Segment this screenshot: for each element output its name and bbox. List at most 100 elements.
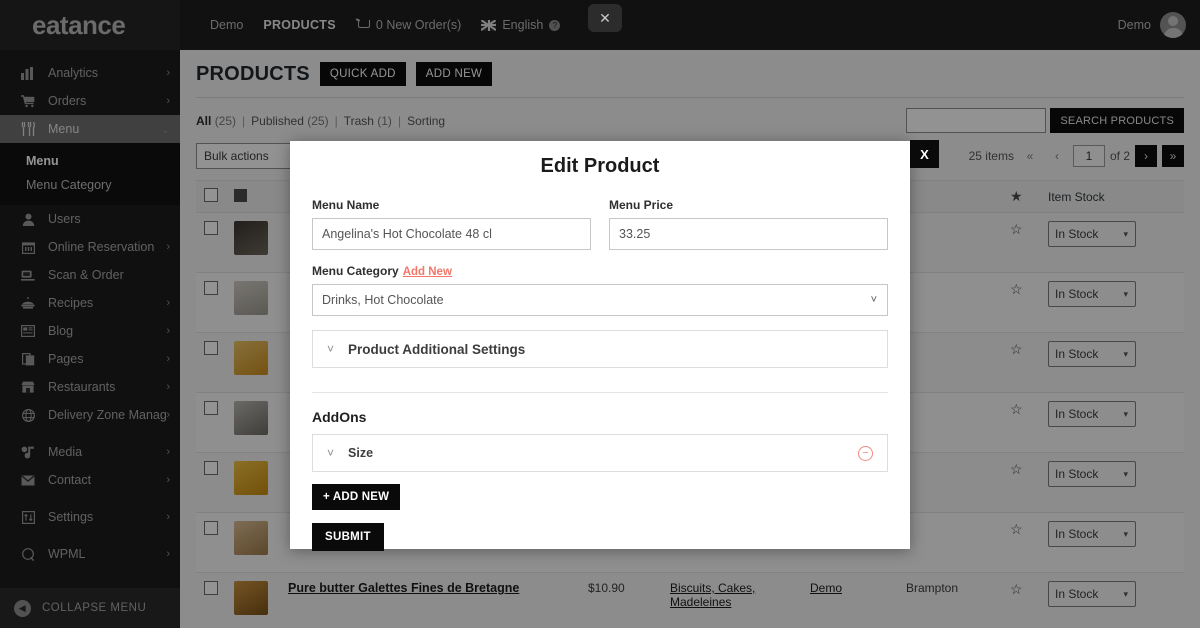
menu-price-input[interactable] xyxy=(609,218,888,250)
add-new-category-link[interactable]: Add New xyxy=(403,266,452,278)
sidebar-subitem-menu[interactable]: Menu xyxy=(0,149,180,173)
adminbar-item-language[interactable]: English ? xyxy=(471,2,570,48)
sidebar-item-media[interactable]: Media › xyxy=(0,438,180,466)
modal-close-button[interactable]: X xyxy=(910,140,939,168)
collapse-menu-label: COLLAPSE MENU xyxy=(42,602,147,614)
stock-select[interactable]: In Stock ▾ xyxy=(1048,521,1136,547)
admin-bar-user[interactable]: Demo xyxy=(1118,12,1200,38)
quick-add-button[interactable]: QUICK ADD xyxy=(319,62,406,86)
star-outline-icon[interactable]: ☆ xyxy=(1010,461,1023,477)
submit-button[interactable]: SUBMIT xyxy=(312,523,384,551)
sidebar-item-scan-order[interactable]: Scan & Order xyxy=(0,261,180,289)
row-checkbox[interactable] xyxy=(204,521,218,535)
collapse-menu-button[interactable]: ◀ COLLAPSE MENU xyxy=(0,588,180,628)
add-new-button[interactable]: ADD NEW xyxy=(415,62,493,86)
row-checkbox[interactable] xyxy=(204,461,218,475)
row-select-cell[interactable] xyxy=(196,392,226,453)
view-published[interactable]: Published (25) xyxy=(251,114,328,128)
sidebar-item-pages[interactable]: Pages › xyxy=(0,345,180,373)
stock-select[interactable]: In Stock ▾ xyxy=(1048,221,1136,247)
next-page-button[interactable]: › xyxy=(1135,145,1157,167)
search-input[interactable] xyxy=(906,108,1047,133)
star-outline-icon[interactable]: ☆ xyxy=(1010,221,1023,237)
row-select-cell[interactable] xyxy=(196,452,226,513)
sidebar-item-recipes[interactable]: Recipes › xyxy=(0,289,180,317)
product-thumbnail xyxy=(234,461,268,495)
top-close-icon[interactable]: ✕ xyxy=(588,4,622,32)
avatar[interactable] xyxy=(1160,12,1186,38)
view-sorting[interactable]: Sorting xyxy=(407,114,445,128)
row-select-cell[interactable] xyxy=(196,512,226,573)
product-name-link[interactable]: Pure butter Galettes Fines de Bretagne xyxy=(288,581,519,595)
menu-name-group: Menu Name xyxy=(312,198,591,250)
sidebar-item-users[interactable]: Users xyxy=(0,205,180,233)
add-new-addon-button[interactable]: + ADD NEW xyxy=(312,484,401,510)
adminbar-item-demo[interactable]: Demo xyxy=(200,2,253,48)
search-products-button[interactable]: SEARCH PRODUCTS xyxy=(1050,108,1184,133)
prev-page-button[interactable]: ‹ xyxy=(1046,145,1068,167)
row-checkbox[interactable] xyxy=(204,581,218,595)
menu-name-input[interactable] xyxy=(312,218,591,250)
menu-category-select[interactable]: Drinks, Hot Chocolate ˅ xyxy=(312,284,888,316)
view-trash[interactable]: Trash (1) xyxy=(344,114,392,128)
star-outline-icon[interactable]: ☆ xyxy=(1010,581,1023,597)
row-checkbox[interactable] xyxy=(204,281,218,295)
select-all-checkbox[interactable] xyxy=(204,188,218,202)
help-icon[interactable]: ? xyxy=(549,19,561,31)
adminbar-item-products[interactable]: PRODUCTS xyxy=(253,2,346,48)
stock-select[interactable]: In Stock ▾ xyxy=(1048,461,1136,487)
row-thumb-cell xyxy=(226,332,280,393)
sidebar-item-orders[interactable]: Orders › xyxy=(0,87,180,115)
select-all-header[interactable] xyxy=(196,180,226,213)
sidebar-gap-1 xyxy=(0,429,180,438)
row-featured-cell[interactable]: ☆ xyxy=(1002,452,1040,513)
row-select-cell[interactable] xyxy=(196,572,226,628)
star-outline-icon[interactable]: ☆ xyxy=(1010,281,1023,297)
star-outline-icon[interactable]: ☆ xyxy=(1010,521,1023,537)
row-featured-cell[interactable]: ☆ xyxy=(1002,272,1040,333)
cake-icon xyxy=(18,295,38,311)
row-select-cell[interactable] xyxy=(196,272,226,333)
row-featured-cell[interactable]: ☆ xyxy=(1002,392,1040,453)
addon-row-size[interactable]: ˅ Size − xyxy=(312,434,888,472)
product-thumbnail xyxy=(234,281,268,315)
stock-select[interactable]: In Stock ▾ xyxy=(1048,401,1136,427)
last-page-button[interactable]: » xyxy=(1162,145,1184,167)
sidebar-item-online-reservation[interactable]: Online Reservation › xyxy=(0,233,180,261)
sidebar-item-analytics[interactable]: Analytics › xyxy=(0,59,180,87)
star-outline-icon[interactable]: ☆ xyxy=(1010,401,1023,417)
sidebar-item-restaurants[interactable]: Restaurants › xyxy=(0,373,180,401)
row-thumb-cell xyxy=(226,572,280,628)
remove-addon-icon[interactable]: − xyxy=(858,445,873,461)
sidebar-item-delivery-zone-manager[interactable]: Delivery Zone Manager › xyxy=(0,401,180,429)
sidebar-item-settings[interactable]: Settings › xyxy=(0,503,180,531)
sidebar-item-wpml[interactable]: WPML › xyxy=(0,540,180,568)
row-featured-cell[interactable]: ☆ xyxy=(1002,572,1040,628)
row-featured-cell[interactable]: ☆ xyxy=(1002,212,1040,273)
row-checkbox[interactable] xyxy=(204,341,218,355)
adminbar-item-new-orders[interactable]: 0 New Order(s) xyxy=(346,2,471,48)
first-page-button[interactable]: « xyxy=(1019,145,1041,167)
category-link[interactable]: Biscuits, Cakes, Madeleines xyxy=(670,581,755,609)
row-checkbox[interactable] xyxy=(204,221,218,235)
product-additional-settings-panel[interactable]: ˅ Product Additional Settings xyxy=(312,330,888,368)
current-page-input[interactable]: 1 xyxy=(1072,145,1105,167)
star-outline-icon[interactable]: ☆ xyxy=(1010,341,1023,357)
sidebar-item-menu[interactable]: Menu ⌄ xyxy=(0,115,180,143)
brand-logo[interactable]: eatance xyxy=(0,0,180,50)
stock-select[interactable]: In Stock ▾ xyxy=(1048,341,1136,367)
sidebar-item-contact[interactable]: Contact › xyxy=(0,466,180,494)
sidebar-subitem-menu-category[interactable]: Menu Category xyxy=(0,173,180,197)
view-all[interactable]: All (25) xyxy=(196,114,236,128)
stock-select[interactable]: In Stock ▾ xyxy=(1048,581,1136,607)
row-checkbox[interactable] xyxy=(204,401,218,415)
stock-select[interactable]: In Stock ▾ xyxy=(1048,281,1136,307)
views-bar: All (25) | Published (25) | Trash (1) | … xyxy=(180,98,1200,133)
row-select-cell[interactable] xyxy=(196,212,226,273)
author-link[interactable]: Demo xyxy=(810,581,842,595)
row-featured-cell[interactable]: ☆ xyxy=(1002,332,1040,393)
row-select-cell[interactable] xyxy=(196,332,226,393)
row-featured-cell[interactable]: ☆ xyxy=(1002,512,1040,573)
location-header[interactable] xyxy=(898,180,1002,213)
sidebar-item-blog[interactable]: Blog › xyxy=(0,317,180,345)
